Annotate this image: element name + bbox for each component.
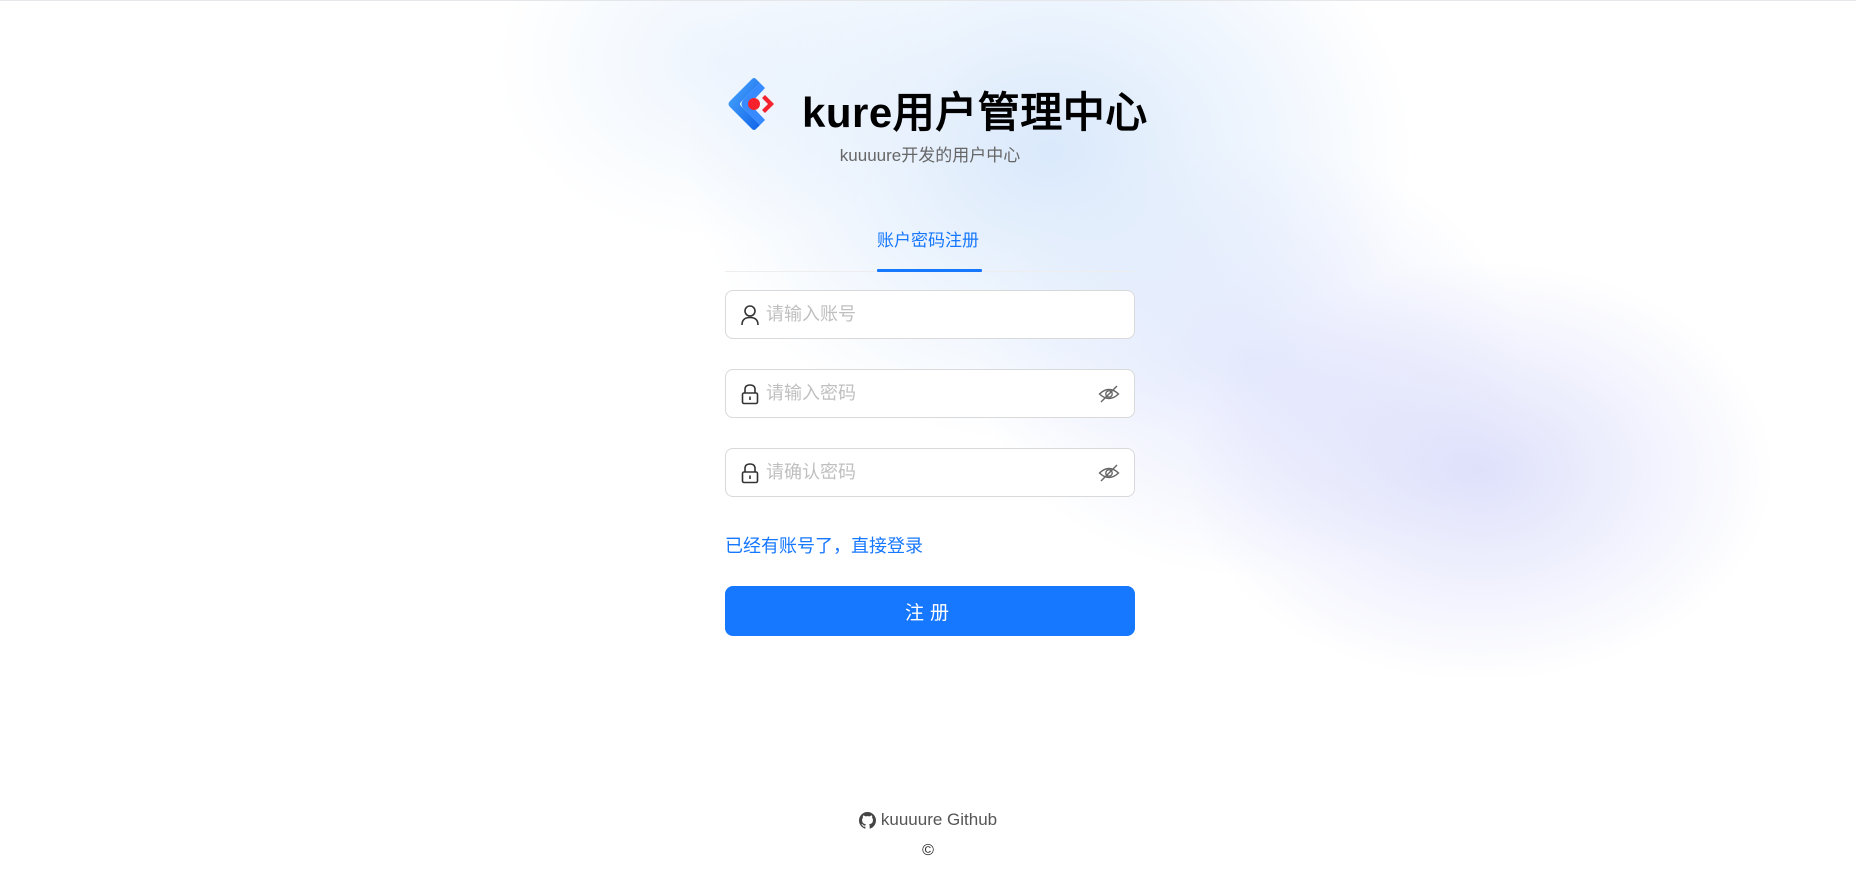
active-tab-indicator	[877, 269, 982, 272]
account-field	[725, 290, 1135, 339]
register-button[interactable]: 注册	[725, 586, 1135, 636]
page-footer: kuuuure Github ©	[0, 810, 1856, 859]
register-page: kure用户管理中心 kuuuure开发的用户中心 账户密码注册 请输入账号 已…	[0, 0, 1856, 891]
confirm-password-input[interactable]	[766, 449, 1086, 496]
copyright: ©	[922, 842, 934, 859]
password-field	[725, 369, 1135, 418]
github-icon	[858, 811, 876, 829]
github-link[interactable]: kuuuure Github	[858, 810, 998, 830]
page-header: kure用户管理中心	[725, 73, 1147, 136]
app-subtitle: kuuuure开发的用户中心	[839, 146, 1021, 165]
account-input[interactable]	[766, 291, 1086, 338]
github-link-label: kuuuure Github	[880, 810, 998, 829]
tab-account-password-register[interactable]: 账户密码注册	[877, 229, 979, 271]
password-input[interactable]	[766, 370, 1086, 417]
eye-invisible-icon[interactable]	[1098, 462, 1120, 484]
eye-invisible-icon[interactable]	[1098, 383, 1120, 405]
register-tabs: 账户密码注册	[725, 229, 1135, 272]
lock-icon	[741, 384, 759, 405]
confirm-password-field	[725, 448, 1135, 497]
app-title: kure用户管理中心	[802, 89, 1148, 136]
user-icon	[741, 305, 759, 326]
lock-icon	[741, 463, 759, 484]
logo-icon	[728, 78, 774, 130]
login-link[interactable]: 已经有账号了，直接登录	[725, 532, 923, 558]
